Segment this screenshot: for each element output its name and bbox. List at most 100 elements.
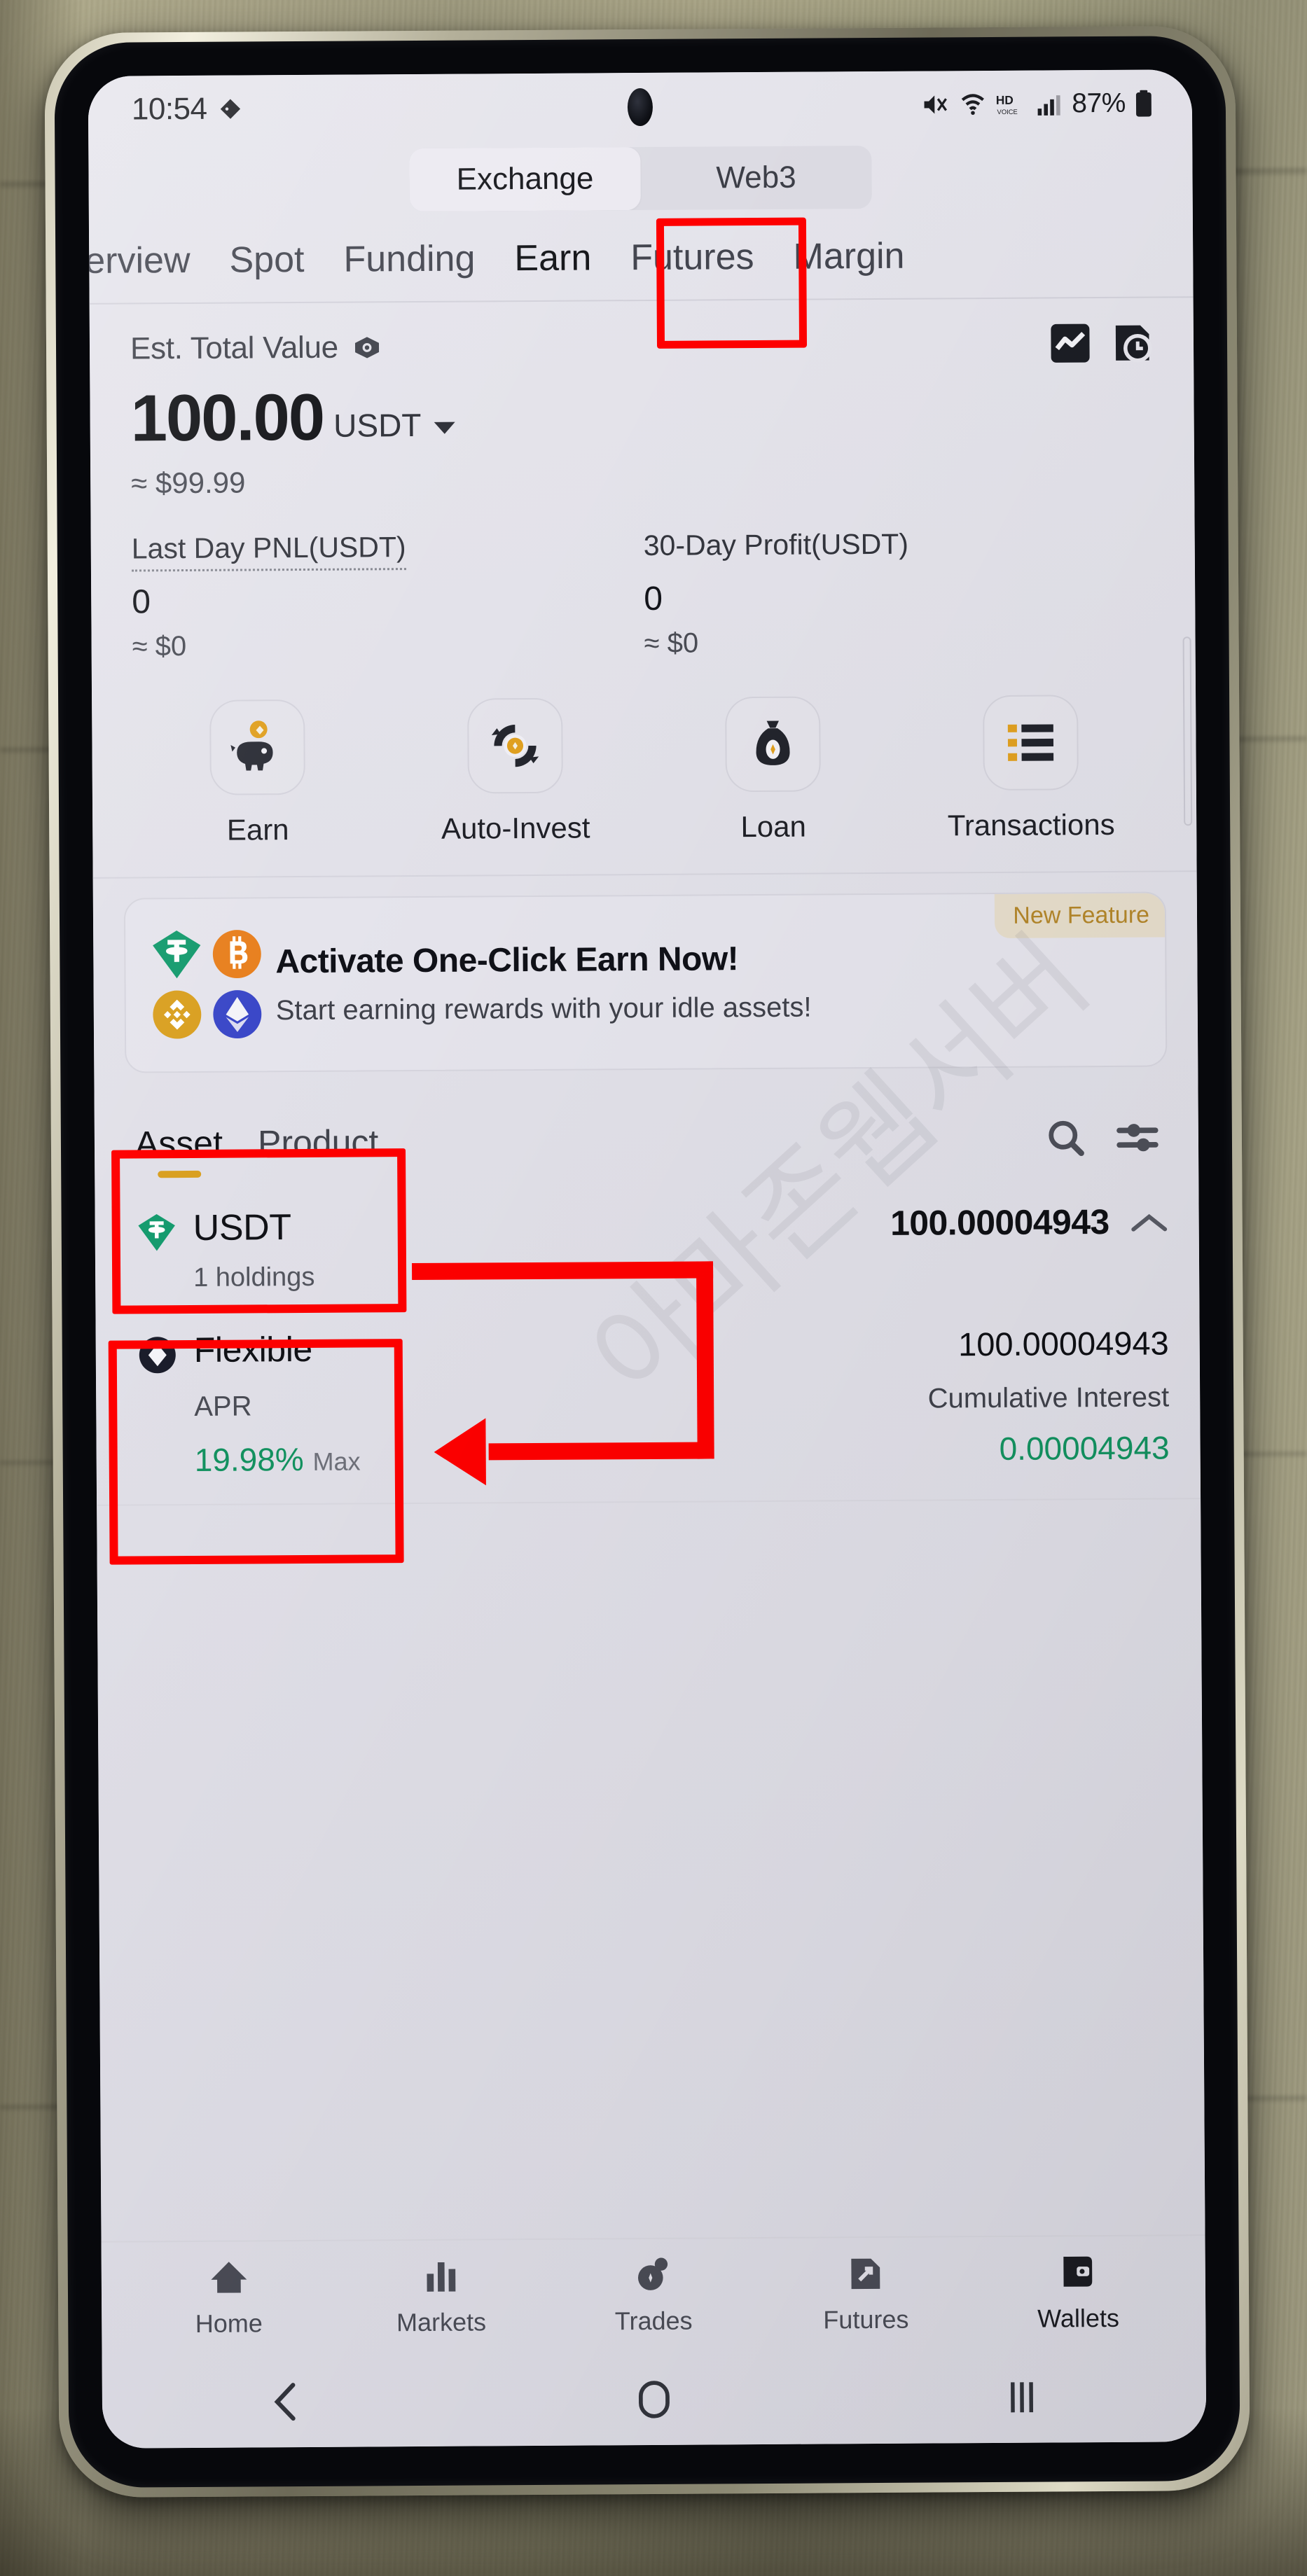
promo-title: Activate One-Click Earn Now! [275, 940, 739, 981]
wallets-icon [1063, 2256, 1093, 2287]
tab-funding[interactable]: Funding [339, 235, 479, 283]
front-camera-punch-hole [627, 88, 654, 127]
thirty-day-profit-usd: ≈ $0 [644, 627, 699, 660]
quick-action-auto-invest[interactable]: Auto-Invest [386, 697, 644, 846]
quick-action-transactions[interactable]: Transactions [901, 695, 1160, 843]
asset-subrow-flexible[interactable]: Flexible APR 19.98% Max 100.00004943 Cum… [95, 1300, 1201, 1501]
quick-action-loan[interactable]: Loan [644, 696, 902, 844]
bottom-navigation-bar: Home Markets Trades Futures Wallets [101, 2234, 1206, 2358]
battery-icon [1135, 90, 1152, 117]
quick-action-earn[interactable]: Earn [128, 699, 387, 847]
system-recents-button[interactable] [838, 2374, 1206, 2420]
nav-item-futures[interactable]: Futures [759, 2253, 972, 2335]
pnl-summary-row: Last Day PNL(USDT) 0 ≈ $0 30-Day Profit(… [90, 494, 1195, 663]
tab-earn[interactable]: Earn [510, 234, 595, 282]
nav-item-home[interactable]: Home [123, 2257, 336, 2339]
search-icon[interactable] [1044, 1116, 1088, 1160]
svg-text:VOICE: VOICE [997, 108, 1018, 116]
quick-action-tile [725, 696, 821, 793]
sub-tab-product[interactable]: Product [258, 1122, 379, 1163]
annotation-connector-vertical [696, 1261, 714, 1459]
chevron-down-icon[interactable] [434, 422, 455, 434]
quick-action-label: Auto-Invest [441, 811, 590, 845]
product-type-label: Flexible [193, 1329, 313, 1370]
usdt-tether-icon [138, 1214, 175, 1251]
usdt-tether-icon [153, 930, 201, 979]
piggy-bank-icon [230, 720, 273, 771]
sub-tab-asset[interactable]: Asset [134, 1123, 223, 1178]
new-feature-badge: New Feature [995, 893, 1166, 938]
earn-asset-list: USDT 1 holdings 100.00004943 Flexible AP… [95, 1148, 1201, 1565]
quick-action-label: Loan [740, 809, 807, 844]
last-day-pnl-usd: ≈ $0 [132, 631, 187, 662]
asset-holdings-count: 1 holdings [193, 1262, 315, 1293]
bitcoin-icon [212, 930, 261, 979]
home-icon [211, 2262, 247, 2293]
markets-bars-icon [427, 2262, 456, 2292]
total-value-currency[interactable]: USDT [333, 406, 422, 450]
back-chevron-icon [274, 2383, 296, 2421]
quick-action-tile [983, 695, 1079, 791]
trades-icon [637, 2257, 668, 2290]
sub-tab-label: Asset [134, 1123, 223, 1164]
thirty-day-profit-label: 30-Day Profit(USDT) [643, 527, 909, 562]
segment-web3[interactable]: Web3 [640, 146, 872, 210]
annotation-arrow-shaft [488, 1442, 706, 1461]
account-mode-switcher: Exchange Web3 [88, 137, 1193, 226]
cumulative-interest-label: Cumulative Interest [927, 1381, 1170, 1414]
eye-icon[interactable] [351, 335, 383, 359]
asset-row-usdt[interactable]: USDT 1 holdings 100.00004943 [95, 1188, 1199, 1307]
thirty-day-profit-block: 30-Day Profit(USDT) 0 ≈ $0 [644, 527, 1156, 660]
analytics-chart-icon[interactable] [1049, 322, 1091, 364]
quick-action-tile [209, 699, 305, 795]
volume-mute-icon [924, 95, 948, 114]
asset-symbol: USDT [193, 1207, 291, 1248]
apr-max-suffix: Max [312, 1447, 361, 1476]
nav-label: Markets [396, 2307, 487, 2337]
system-back-button[interactable] [102, 2379, 471, 2425]
nav-item-markets[interactable]: Markets [335, 2255, 548, 2338]
last-day-pnl-block: Last Day PNL(USDT) 0 ≈ $0 [131, 529, 644, 662]
apr-value: 19.98% [194, 1441, 304, 1478]
wifi-icon [962, 94, 985, 116]
scrollbar-indicator[interactable] [1182, 636, 1193, 826]
ethereum-icon [213, 990, 262, 1039]
promo-subtitle: Start earning rewards with your idle ass… [275, 991, 812, 1026]
signal-bars-icon [1038, 95, 1061, 116]
phone-screen: 10:54 HD VOICE 87% Exchange Web3 verview… [88, 69, 1207, 2449]
last-day-pnl-value: 0 [132, 583, 151, 621]
asset-product-tabs: Asset Product [94, 1066, 1198, 1178]
tab-futures[interactable]: Futures [626, 233, 759, 281]
history-document-icon[interactable] [1112, 322, 1154, 364]
smartphone-device: 10:54 HD VOICE 87% Exchange Web3 verview… [44, 25, 1250, 2498]
quick-actions-row: Earn Auto-Invest Loan Transactions [92, 656, 1197, 848]
recents-bars-icon [1011, 2382, 1034, 2413]
quick-action-label: Earn [226, 813, 289, 847]
filter-sliders-icon[interactable] [1116, 1116, 1159, 1160]
tab-margin[interactable]: Margin [789, 232, 908, 281]
quick-action-label: Transactions [947, 807, 1115, 842]
cumulative-interest-value: 0.00004943 [999, 1429, 1170, 1467]
system-home-button[interactable] [470, 2376, 838, 2422]
tab-spot[interactable]: Spot [225, 236, 308, 284]
asset-total-amount: 100.00004943 [890, 1202, 1109, 1243]
one-click-earn-banner[interactable]: New Feature Activate One-Click Earn Now!… [123, 891, 1168, 1073]
total-value-amount: 100.00 [130, 380, 324, 455]
nav-item-trades[interactable]: Trades [547, 2254, 760, 2337]
nav-label: Futures [823, 2304, 909, 2334]
list-lines-icon [1007, 724, 1054, 761]
wallet-category-tabs: verview Spot Funding Earn Futures Margin [88, 217, 1194, 349]
nav-item-wallets[interactable]: Wallets [971, 2251, 1184, 2334]
auto-invest-refresh-icon [491, 725, 539, 767]
segment-exchange[interactable]: Exchange [409, 147, 641, 212]
bnb-icon [153, 990, 202, 1039]
chevron-up-icon[interactable] [1130, 1211, 1168, 1234]
tab-overview[interactable]: verview [88, 237, 195, 285]
quick-action-tile [467, 697, 563, 794]
svg-text:HD: HD [996, 93, 1014, 107]
last-day-pnl-label[interactable]: Last Day PNL(USDT) [131, 531, 406, 572]
nav-label: Trades [614, 2306, 693, 2336]
home-circle-icon [638, 2381, 670, 2418]
sub-tab-label: Product [257, 1122, 379, 1163]
status-bar-clock: 10:54 [131, 91, 207, 127]
